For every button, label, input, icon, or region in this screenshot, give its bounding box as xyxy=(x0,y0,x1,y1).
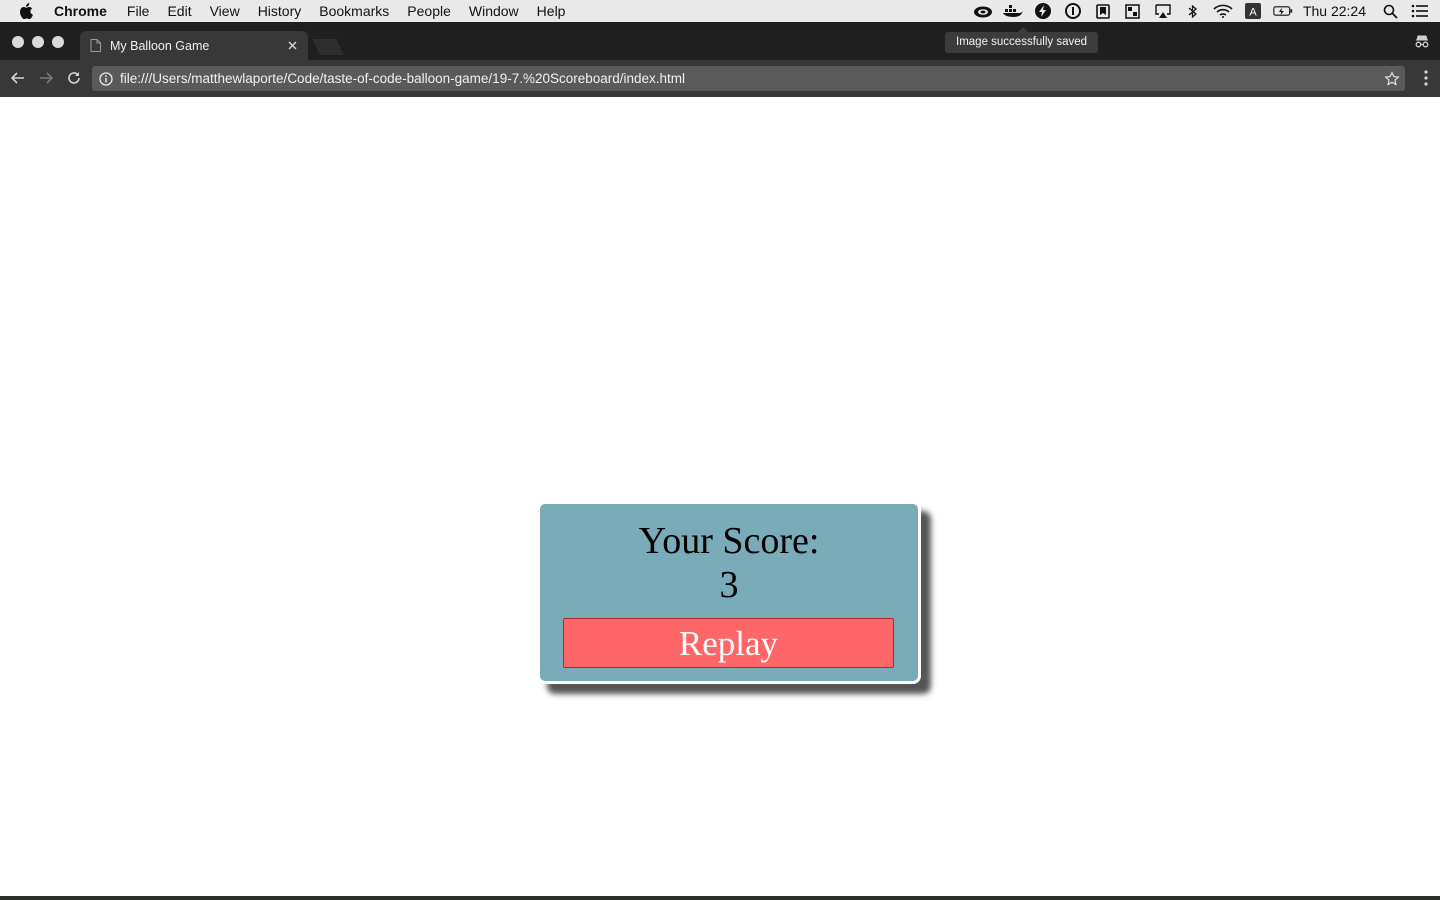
wifi-icon[interactable] xyxy=(1213,3,1233,19)
notification-center-icon[interactable] xyxy=(1410,3,1430,19)
reload-icon[interactable] xyxy=(65,69,83,87)
menu-file[interactable]: File xyxy=(127,0,150,22)
desktop-background-strip xyxy=(0,896,1440,900)
page-favicon-icon xyxy=(90,39,101,52)
bookmark-star-icon[interactable] xyxy=(1384,70,1400,87)
score-label: Your Score: xyxy=(638,520,820,562)
creative-cloud-icon[interactable] xyxy=(973,3,993,19)
new-tab-button[interactable] xyxy=(312,39,344,55)
address-bar-url[interactable]: file:///Users/matthewlaporte/Code/taste-… xyxy=(120,71,1384,86)
bookmark-app-icon[interactable] xyxy=(1093,3,1113,19)
tab-close-icon[interactable] xyxy=(284,38,300,54)
scoreboard-panel: Your Score: 3 Replay xyxy=(537,501,921,684)
address-bar[interactable]: file:///Users/matthewlaporte/Code/taste-… xyxy=(92,66,1405,91)
bluetooth-icon[interactable] xyxy=(1183,3,1203,19)
browser-tab-active[interactable]: My Balloon Game xyxy=(80,31,308,60)
menu-app-chrome[interactable]: Chrome xyxy=(54,0,107,22)
onepassword-icon[interactable] xyxy=(1063,3,1083,19)
tab-title: My Balloon Game xyxy=(110,38,210,53)
menu-people[interactable]: People xyxy=(407,0,451,22)
site-info-icon[interactable] xyxy=(99,71,113,86)
browser-tabstrip: My Balloon Game Image successfully saved xyxy=(0,22,1440,60)
docker-icon[interactable] xyxy=(1002,3,1023,19)
apple-logo-icon[interactable] xyxy=(19,2,37,20)
menu-view[interactable]: View xyxy=(210,0,240,22)
battery-charging-icon[interactable] xyxy=(1273,3,1293,19)
incognito-icon[interactable] xyxy=(1414,34,1430,48)
window-zoom-button[interactable] xyxy=(52,36,64,48)
window-minimize-button[interactable] xyxy=(32,36,44,48)
menu-edit[interactable]: Edit xyxy=(167,0,191,22)
menu-help[interactable]: Help xyxy=(537,0,566,22)
menu-history[interactable]: History xyxy=(258,0,302,22)
window-close-button[interactable] xyxy=(12,36,24,48)
status-tray: A Thu 22:24 xyxy=(973,0,1440,22)
window-manager-icon[interactable] xyxy=(1123,3,1143,19)
svg-text:A: A xyxy=(1249,7,1257,19)
browser-menu-icon[interactable] xyxy=(1424,70,1428,86)
back-arrow-icon[interactable] xyxy=(9,69,27,87)
save-notification-toast: Image successfully saved xyxy=(945,32,1099,53)
airplay-icon[interactable] xyxy=(1153,3,1173,19)
menu-window[interactable]: Window xyxy=(469,0,519,22)
replay-button[interactable]: Replay xyxy=(563,618,894,668)
macos-menubar: Chrome File Edit View History Bookmarks … xyxy=(0,0,1440,22)
menu-bookmarks[interactable]: Bookmarks xyxy=(319,0,389,22)
menubar-clock[interactable]: Thu 22:24 xyxy=(1303,3,1366,19)
bolt-icon[interactable] xyxy=(1033,3,1053,19)
input-source-icon[interactable]: A xyxy=(1243,3,1263,19)
page-viewport: Your Score: 3 Replay xyxy=(0,97,1440,896)
score-value: 3 xyxy=(719,564,739,606)
browser-toolbar: file:///Users/matthewlaporte/Code/taste-… xyxy=(0,60,1440,97)
forward-arrow-icon[interactable] xyxy=(37,69,55,87)
spotlight-search-icon[interactable] xyxy=(1380,3,1400,19)
